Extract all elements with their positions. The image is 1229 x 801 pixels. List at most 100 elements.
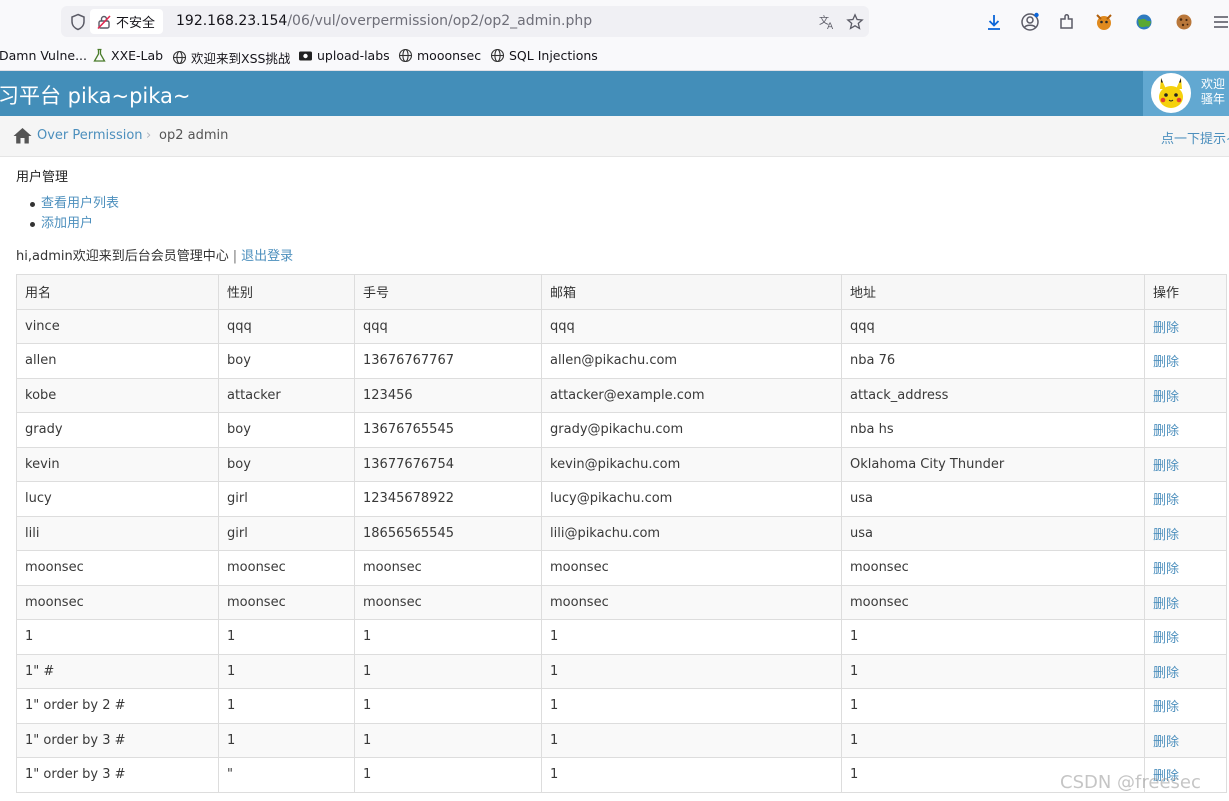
breadcrumb-parent-link[interactable]: Over Permission [37, 128, 143, 143]
cell-phone: qqq [354, 308, 542, 344]
cell-email: attacker@example.com [541, 377, 842, 413]
star-icon[interactable] [846, 13, 864, 31]
bookmark-label: Damn Vulne... [0, 48, 87, 63]
table-row: moonsec moonsec moonsec moonsec moonsec 删除 [16, 550, 1227, 586]
cell-email: 1 [541, 688, 842, 724]
view-users-link[interactable]: 查看用户列表 [30, 194, 119, 214]
column-header-sex: 性别 [218, 274, 355, 310]
cell-phone: 1 [354, 757, 542, 793]
cell-username: allen [16, 343, 219, 379]
cell-sex: moonsec [218, 550, 355, 586]
site-title[interactable]: 习平台 pika~pika~ [0, 80, 191, 110]
menu-icon[interactable] [1211, 12, 1229, 32]
cell-sex: moonsec [218, 584, 355, 620]
globe-icon [398, 48, 413, 63]
cell-username: vince [16, 308, 219, 344]
breadcrumb: Over Permission › op2 admin 点一下提示~ [0, 116, 1229, 157]
admin-menu: 查看用户列表 添加用户 [30, 194, 119, 234]
cell-email: moonsec [541, 584, 842, 620]
cell-username: 1" order by 2 # [16, 688, 219, 724]
breadcrumb-separator-icon: › [146, 128, 152, 143]
bookmark-item[interactable]: upload-labs [298, 48, 390, 63]
cell-username: moonsec [16, 550, 219, 586]
delete-link[interactable]: 删除 [1144, 308, 1227, 344]
shield-icon[interactable] [69, 13, 87, 31]
cell-phone: moonsec [354, 584, 542, 620]
extensions-icon[interactable] [1057, 12, 1077, 32]
cell-sex: 1 [218, 722, 355, 758]
delete-link[interactable]: 删除 [1144, 481, 1227, 517]
insecure-lock-icon [97, 14, 111, 29]
cell-username: 1" order by 3 # [16, 757, 219, 793]
browser-toolbar: 不安全 192.168.23.154/06/vul/overpermission… [0, 0, 1229, 43]
hint-link[interactable]: 点一下提示~ [1161, 128, 1229, 147]
delete-link[interactable]: 删除 [1144, 584, 1227, 620]
bookmark-item[interactable]: 欢迎来到XSS挑战 [172, 48, 290, 67]
cell-address: nba 76 [841, 343, 1145, 379]
add-user-link[interactable]: 添加用户 [30, 214, 119, 234]
delete-link[interactable]: 删除 [1144, 377, 1227, 413]
cell-username: grady [16, 412, 219, 448]
cell-username: kevin [16, 446, 219, 482]
cell-email: 1 [541, 722, 842, 758]
delete-link[interactable]: 删除 [1144, 446, 1227, 482]
delete-link[interactable]: 删除 [1144, 722, 1227, 758]
delete-link[interactable]: 删除 [1144, 515, 1227, 551]
bookmark-item[interactable]: SQL Injections [490, 48, 598, 63]
cell-email: lili@pikachu.com [541, 515, 842, 551]
table-row: vince qqq qqq qqq qqq 删除 [16, 308, 1227, 344]
cell-sex: boy [218, 343, 355, 379]
cell-sex: boy [218, 446, 355, 482]
admin-welcome-line: hi,admin欢迎来到后台会员管理中心 | 退出登录 [16, 245, 293, 264]
bookmark-item[interactable]: Damn Vulne... [0, 48, 87, 63]
cell-address: 1 [841, 653, 1145, 689]
logout-link[interactable]: 退出登录 [241, 249, 293, 264]
folder-icon [299, 51, 312, 61]
url-text[interactable]: 192.168.23.154/06/vul/overpermission/op2… [176, 13, 592, 29]
cell-address: nba hs [841, 412, 1145, 448]
delete-link[interactable]: 删除 [1144, 412, 1227, 448]
account-icon[interactable] [1020, 12, 1040, 32]
bookmark-item[interactable]: XXE-Lab [92, 48, 163, 63]
cookie-icon[interactable] [1174, 12, 1194, 32]
cell-phone: 13677676754 [354, 446, 542, 482]
table-body: vince qqq qqq qqq qqq 删除 allen boy 13676767767 al… [16, 308, 1227, 793]
cell-phone: 13676767767 [354, 343, 542, 379]
delete-link[interactable]: 删除 [1144, 653, 1227, 689]
welcome-line-2: 骚年 [1201, 92, 1226, 106]
bookmark-label: mooonsec [417, 48, 482, 63]
download-icon[interactable] [984, 12, 1004, 32]
translate-icon[interactable]: 文 A [818, 13, 836, 31]
delete-link[interactable]: 删除 [1144, 343, 1227, 379]
cell-address: Oklahoma City Thunder [841, 446, 1145, 482]
insecure-indicator[interactable]: 不安全 [90, 9, 164, 34]
cell-sex: qqq [218, 308, 355, 344]
column-header-phone: 手号 [354, 274, 542, 310]
address-bar[interactable]: 不安全 192.168.23.154/06/vul/overpermission… [61, 6, 869, 37]
table-row: kevin boy 13677676754 kevin@pikachu.com Okla… [16, 446, 1227, 482]
cell-username: lucy [16, 481, 219, 517]
extension-globe-icon[interactable] [1134, 12, 1154, 32]
user-menu[interactable]: 欢迎 骚年 [1143, 71, 1229, 116]
cell-address: 1 [841, 688, 1145, 724]
bookmark-item[interactable]: mooonsec [398, 48, 481, 63]
delete-link[interactable]: 删除 [1144, 619, 1227, 655]
delete-link[interactable]: 删除 [1144, 688, 1227, 724]
table-row: lili girl 18656565545 lili@pikachu.com usa 删除 [16, 515, 1227, 551]
home-icon [13, 128, 32, 144]
cell-address: moonsec [841, 584, 1145, 620]
cell-sex: 1 [218, 688, 355, 724]
table-row: 1" order by 3 #1 1 1 1 删除 [16, 722, 1227, 758]
url-path: /06/vul/overpermission/op2/op2_admin.php [287, 13, 593, 29]
admin-welcome-text: hi,admin欢迎来到后台会员管理中心 [16, 249, 229, 264]
table-row: grady boy 13676765545 grady@pikachu.com nba … [16, 412, 1227, 448]
extension-fox-icon[interactable] [1094, 12, 1114, 32]
cell-phone: 18656565545 [354, 515, 542, 551]
bookmark-label: 欢迎来到XSS挑战 [191, 51, 291, 66]
cell-username: 1" order by 3 # [16, 722, 219, 758]
bookmark-label: upload-labs [317, 48, 390, 63]
cell-phone: 1 [354, 688, 542, 724]
delete-link[interactable]: 删除 [1144, 550, 1227, 586]
table-row: moonsec moonsec moonsec moonsec moonsec 删除 [16, 584, 1227, 620]
cell-address: usa [841, 515, 1145, 551]
